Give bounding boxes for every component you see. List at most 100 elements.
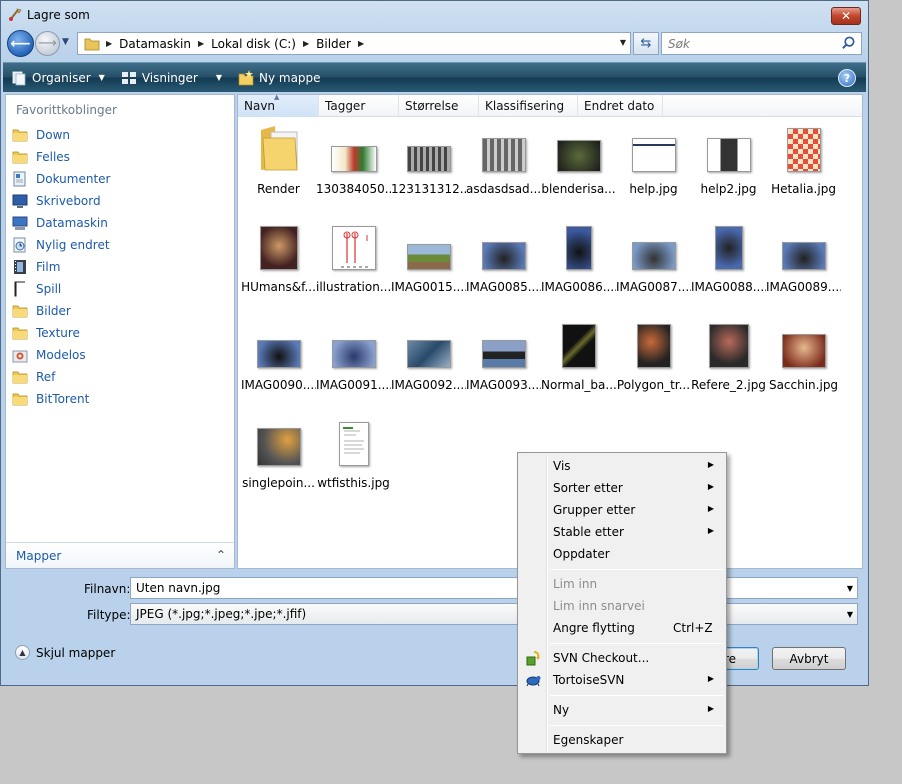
- folders-toggle[interactable]: Mapper ⌃: [6, 542, 234, 568]
- sidebar-item-ref[interactable]: Ref: [12, 367, 55, 387]
- folder-item[interactable]: Render: [241, 116, 316, 210]
- file-item[interactable]: help2.jpg: [691, 116, 766, 210]
- address-bar[interactable]: ▶ Datamaskin ▶ Lokal disk (C:) ▶ Bilder …: [77, 32, 631, 55]
- sidebar-item-bilder[interactable]: Bilder: [12, 301, 71, 321]
- forward-button[interactable]: ⟶: [35, 31, 60, 56]
- sidebar-item-skrivebord[interactable]: Skrivebord: [12, 191, 101, 211]
- file-name: illustration....: [316, 280, 391, 294]
- file-item[interactable]: IMAG0086....: [541, 214, 616, 308]
- file-item[interactable]: HUmans&f...: [241, 214, 316, 308]
- filetype-select[interactable]: JPEG (*.jpg;*.jpeg;*.jpe;*.jfif) ▼: [130, 603, 858, 625]
- file-item[interactable]: Normal_ba...: [541, 312, 616, 406]
- chevron-down-icon[interactable]: ▼: [847, 610, 853, 619]
- menu-item-svn-checkout[interactable]: SVN Checkout...: [520, 647, 724, 669]
- file-item[interactable]: IMAG0085....: [466, 214, 541, 308]
- file-name: Render: [257, 182, 300, 196]
- menu-item-tortoisesvn[interactable]: TortoiseSVN ▶: [520, 669, 724, 691]
- search-input[interactable]: Søk: [661, 32, 862, 55]
- file-item[interactable]: IMAG0092....: [391, 312, 466, 406]
- menu-item-vis[interactable]: Vis ▶: [520, 455, 724, 477]
- file-item[interactable]: Polygon_tr...: [616, 312, 691, 406]
- menu-item-label: Stable etter: [553, 525, 624, 539]
- chevron-down-icon: ▼: [215, 73, 222, 82]
- file-item[interactable]: IMAG0093....: [466, 312, 541, 406]
- file-item[interactable]: Hetalia.jpg: [766, 116, 841, 210]
- file-item[interactable]: 123131312...: [391, 116, 466, 210]
- file-item[interactable]: IMAG0087....: [616, 214, 691, 308]
- breadcrumb-arrow-icon[interactable]: ▶: [303, 39, 309, 48]
- file-item[interactable]: help.jpg: [616, 116, 691, 210]
- file-item[interactable]: blenderisa...: [541, 116, 616, 210]
- file-item[interactable]: illustration....: [316, 214, 391, 308]
- breadcrumb-computer[interactable]: Datamaskin: [119, 37, 191, 51]
- folder-icon: [84, 38, 100, 50]
- file-item[interactable]: IMAG0088....: [691, 214, 766, 308]
- menu-item-lim-inn[interactable]: Lim inn: [520, 573, 724, 595]
- file-item[interactable]: wtfisthis.jpg: [316, 410, 391, 504]
- file-item[interactable]: IMAG0091....: [316, 312, 391, 406]
- sidebar-item-nylig-endret[interactable]: Nylig endret: [12, 235, 110, 255]
- folders-label: Mapper: [16, 548, 62, 563]
- sidebar-item-label: Down: [36, 128, 71, 142]
- breadcrumb-arrow-icon[interactable]: ▶: [358, 39, 364, 48]
- breadcrumb-pictures[interactable]: Bilder: [316, 37, 351, 51]
- file-item[interactable]: asdasdsad...: [466, 116, 541, 210]
- image-thumbnail: [481, 138, 526, 172]
- breadcrumb-arrow-icon[interactable]: ▶: [106, 39, 112, 48]
- breadcrumb-arrow-icon[interactable]: ▶: [198, 39, 204, 48]
- column-header-modified[interactable]: Endret dato: [578, 95, 663, 117]
- menu-item-ny[interactable]: Ny ▶: [520, 699, 724, 721]
- sidebar-item-felles[interactable]: Felles: [12, 147, 70, 167]
- hide-folders-button[interactable]: ▲ Skjul mapper: [15, 645, 115, 660]
- breadcrumb-local-disk[interactable]: Lokal disk (C:): [211, 37, 296, 51]
- image-thumbnail: [786, 128, 821, 172]
- menu-item-oppdater[interactable]: Oppdater: [520, 543, 724, 565]
- column-header-name[interactable]: ▲ Navn: [238, 95, 319, 117]
- help-button[interactable]: ?: [838, 69, 856, 87]
- sidebar-item-label: Felles: [36, 150, 70, 164]
- image-thumbnail: [338, 422, 369, 466]
- sidebar-item-spill[interactable]: Spill: [12, 279, 61, 299]
- sidebar-item-datamaskin[interactable]: Datamaskin: [12, 213, 108, 233]
- history-dropdown-button[interactable]: ▼: [62, 37, 74, 49]
- search-icon[interactable]: [841, 36, 856, 51]
- file-item[interactable]: IMAG0089....: [766, 214, 841, 308]
- close-button[interactable]: ✕: [831, 7, 861, 25]
- filename-field[interactable]: Uten navn.jpg ▼: [130, 577, 858, 599]
- sidebar-item-film[interactable]: Film: [12, 257, 60, 277]
- menu-item-grupper-etter[interactable]: Grupper etter ▶: [520, 499, 724, 521]
- column-header-tags[interactable]: Tagger: [319, 95, 399, 117]
- organize-button[interactable]: Organiser ▼: [3, 65, 113, 91]
- cancel-button[interactable]: Avbryt: [772, 647, 846, 670]
- back-button[interactable]: ⟵: [7, 30, 34, 57]
- new-folder-button[interactable]: Ny mappe: [230, 65, 329, 91]
- column-header-size[interactable]: Størrelse: [399, 95, 479, 117]
- views-button[interactable]: Visninger ▼: [113, 65, 230, 91]
- file-item[interactable]: singlepoin...: [241, 410, 316, 504]
- navigation-bar: ⟵ ⟶ ▼ ▶ Datamaskin ▶ Lokal disk (C:) ▶ B…: [1, 29, 868, 59]
- menu-item-label: SVN Checkout...: [553, 651, 650, 665]
- menu-item-egenskaper[interactable]: Egenskaper: [520, 729, 724, 751]
- menu-item-sorter-etter[interactable]: Sorter etter ▶: [520, 477, 724, 499]
- menu-item-angre-flytting[interactable]: Angre flytting Ctrl+Z: [520, 617, 724, 639]
- refresh-button[interactable]: ⇆: [633, 32, 659, 55]
- menu-item-lim-inn-snarvei[interactable]: Lim inn snarvei: [520, 595, 724, 617]
- sidebar-item-texture[interactable]: Texture: [12, 323, 80, 343]
- menu-item-stable-etter[interactable]: Stable etter ▶: [520, 521, 724, 543]
- context-menu: Vis ▶ Sorter etter ▶ Grupper etter ▶ Stable et…: [517, 452, 727, 754]
- column-header-rating[interactable]: Klassifisering: [479, 95, 578, 117]
- sidebar-item-bittorent[interactable]: BitTorent: [12, 389, 89, 409]
- chevron-up-icon[interactable]: ⌃: [216, 548, 226, 562]
- sidebar-item-modelos[interactable]: Modelos: [12, 345, 86, 365]
- file-item[interactable]: Sacchin.jpg: [766, 312, 841, 406]
- documents-icon: [12, 171, 28, 187]
- chevron-down-icon[interactable]: ▼: [847, 584, 853, 593]
- sidebar-item-label: Skrivebord: [36, 194, 101, 208]
- file-item[interactable]: 130384050...: [316, 116, 391, 210]
- file-item[interactable]: IMAG0015....: [391, 214, 466, 308]
- file-item[interactable]: IMAG0090....: [241, 312, 316, 406]
- sidebar-item-down[interactable]: Down: [12, 125, 70, 145]
- sidebar-item-dokumenter[interactable]: Dokumenter: [12, 169, 110, 189]
- address-dropdown-icon[interactable]: ▼: [620, 38, 626, 47]
- file-item[interactable]: Refere_2.jpg: [691, 312, 766, 406]
